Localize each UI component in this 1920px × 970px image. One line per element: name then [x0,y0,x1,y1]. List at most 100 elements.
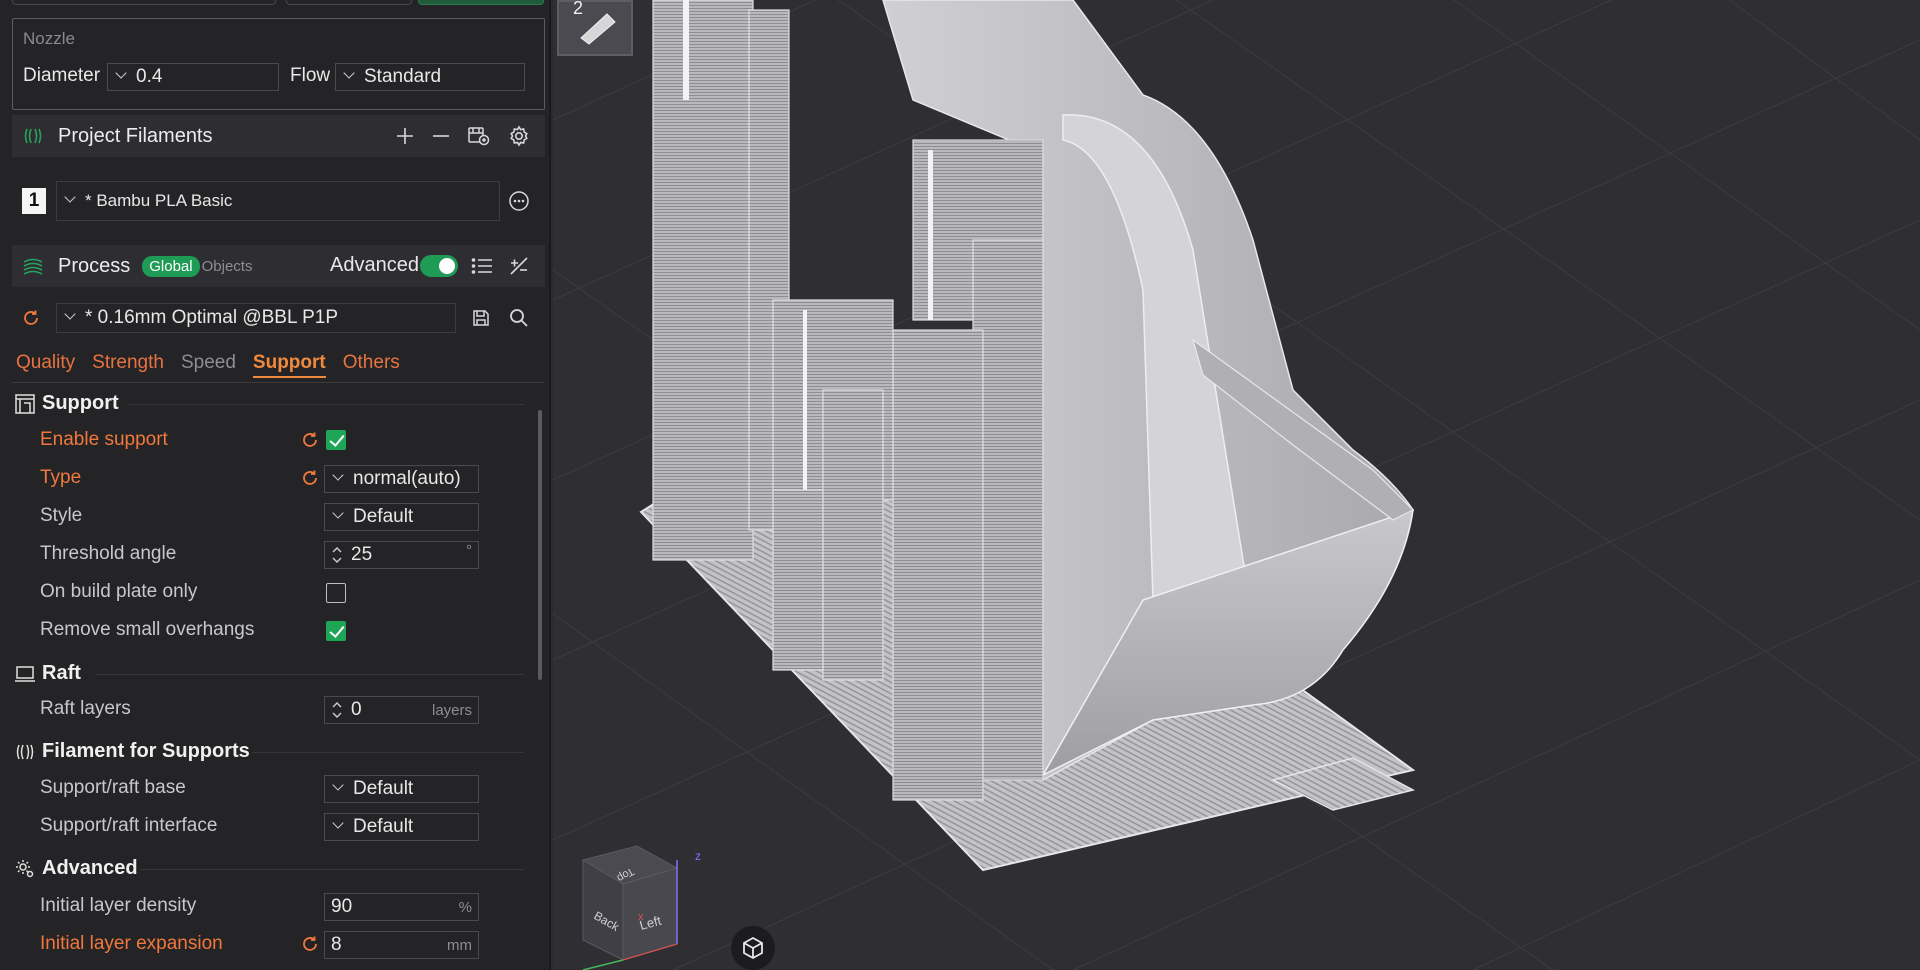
initial-layer-expansion-value: 8 [331,934,342,955]
initial-layer-density-unit: % [458,898,472,916]
advanced-section-title: Advanced [42,857,138,879]
support-section-title: Support [42,392,119,414]
initial-layer-expansion-label: Initial layer expansion [40,933,223,954]
chevron-down-icon [344,69,354,79]
initial-layer-expansion-input[interactable]: 8 mm [324,931,479,959]
filament-more-button[interactable] [506,188,532,214]
support-raft-base-select[interactable]: Default [324,775,479,803]
gears-icon [14,858,36,880]
support-style-value: Default [353,506,414,527]
reset-icon[interactable] [300,934,320,954]
support-raft-base-label: Support/raft base [40,777,186,798]
tab-speed[interactable]: Speed [181,352,236,378]
support-icon [14,393,36,415]
flow-select[interactable]: Standard [335,63,525,91]
nozzle-group: Nozzle Diameter 0.4 Flow Standard [12,18,545,110]
support-raft-interface-label: Support/raft interface [40,815,218,836]
filament-supports-section-title: Filament for Supports [42,740,250,762]
support-section-header: Support [14,392,119,415]
add-filament-button[interactable] [392,123,418,149]
support-type-value: normal(auto) [353,468,461,489]
compare-presets-button[interactable] [506,253,532,279]
plate-thumbnail[interactable]: 2 [557,0,633,56]
top-button-3[interactable] [418,0,544,5]
settings-panel: Nozzle Diameter 0.4 Flow Standard Projec… [0,0,551,970]
section-divider [128,404,524,405]
tab-support[interactable]: Support [252,352,326,378]
chevron-down-icon [65,193,75,203]
support-raft-base-value: Default [353,778,414,799]
objects-badge[interactable]: Objects [202,258,253,275]
spin-arrows-icon[interactable] [329,700,345,720]
filament-select[interactable]: * Bambu PLA Basic [56,181,500,221]
panel-scrollbar[interactable] [538,410,542,680]
filament-supports-section-header: Filament for Supports [14,740,250,763]
tab-others[interactable]: Others [343,352,400,378]
raft-layers-spinner[interactable]: 0 layers [324,696,479,724]
raft-section-title: Raft [42,662,81,684]
process-title: Process [58,254,131,277]
diameter-label: Diameter [23,65,101,86]
remove-small-overhangs-label: Remove small overhangs [40,619,255,640]
list-view-button[interactable] [469,253,495,279]
raft-layers-value: 0 [351,699,362,720]
process-header: Process Global Objects [12,245,545,287]
top-button-1[interactable] [12,0,276,5]
enable-support-checkbox[interactable] [326,430,346,450]
process-preset-name: * 0.16mm Optimal @BBL P1P [85,307,339,328]
top-button-strip [0,0,549,6]
initial-layer-density-input[interactable]: 90 % [324,893,479,921]
threshold-angle-spinner[interactable]: 25 ° [324,541,479,569]
reset-icon[interactable] [300,468,320,488]
section-divider [252,752,524,753]
tab-quality[interactable]: Quality [16,352,75,378]
advanced-toggle[interactable] [420,255,458,277]
search-settings-button[interactable] [506,305,532,331]
reset-preset-icon[interactable] [18,305,44,331]
app-window: Nozzle Diameter 0.4 Flow Standard Projec… [0,0,1920,970]
filament-sync-button[interactable] [466,123,492,149]
remove-small-overhangs-checkbox[interactable] [326,621,346,641]
support-type-select[interactable]: normal(auto) [324,465,479,493]
reset-icon[interactable] [300,430,320,450]
diameter-select[interactable]: 0.4 [107,63,279,91]
raft-layers-label: Raft layers [40,698,131,719]
tab-strength[interactable]: Strength [92,352,164,378]
enable-support-label: Enable support [40,429,168,450]
save-preset-button[interactable] [468,305,494,331]
layers-icon [22,255,44,277]
filament-spool-icon [22,125,44,147]
3d-viewport[interactable]: Top Back Left x z 2 [553,0,1920,970]
project-filaments-title: Project Filaments [58,124,213,147]
top-button-2[interactable] [286,0,412,5]
advanced-section-header: Advanced [14,857,138,880]
cube-icon [743,936,763,960]
process-preset-select[interactable]: * 0.16mm Optimal @BBL P1P [56,303,456,333]
chevron-down-icon [333,819,343,829]
initial-layer-density-value: 90 [331,896,353,917]
plate-preview-icon [580,13,616,45]
view-orientation-button[interactable] [731,926,775,970]
chevron-down-icon [65,310,75,320]
view-cube[interactable]: Top Back Left x z [581,845,701,970]
build-plate-only-checkbox[interactable] [326,583,346,603]
axis-z-label: z [695,849,701,863]
style-label: Style [40,505,83,526]
section-divider [140,869,524,870]
tabs-divider [12,382,544,383]
filament-index[interactable]: 1 [22,188,46,214]
support-raft-interface-select[interactable]: Default [324,813,479,841]
axis-x-label: x [638,911,644,923]
section-divider [96,674,524,675]
raft-icon [14,663,36,685]
remove-filament-button[interactable] [428,123,454,149]
support-style-select[interactable]: Default [324,503,479,531]
flow-value: Standard [364,66,442,87]
type-label: Type [40,467,82,488]
chevron-down-icon [116,69,126,79]
raft-section-header: Raft [14,662,81,685]
spin-arrows-icon[interactable] [329,545,345,565]
filament-settings-button[interactable] [506,123,532,149]
support-raft-interface-value: Default [353,816,414,837]
global-badge[interactable]: Global [142,255,200,277]
